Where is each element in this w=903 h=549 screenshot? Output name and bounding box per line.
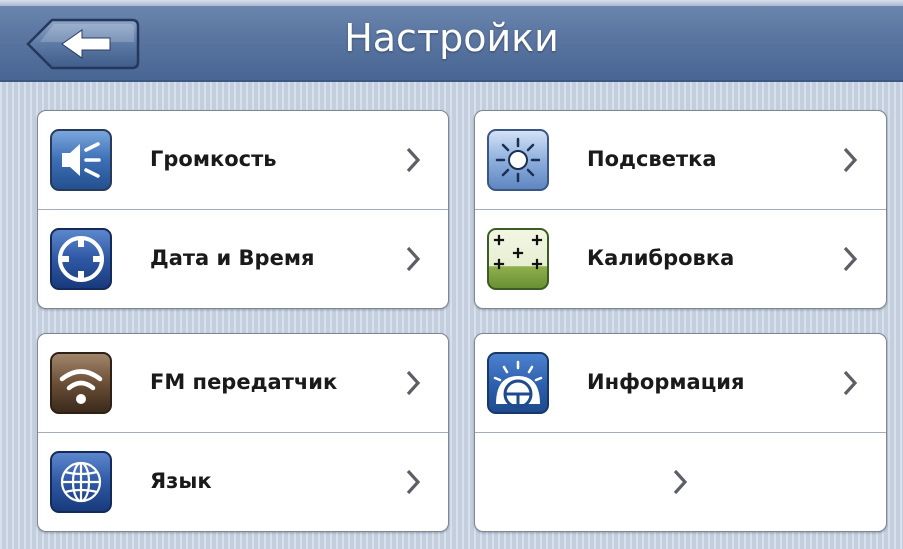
page-title: Настройки [344, 16, 559, 60]
settings-group-2: Подсветка Калибровка [474, 110, 887, 309]
settings-item-label: Громкость [150, 147, 277, 171]
clock-icon [50, 228, 112, 290]
wifi-signal-icon [50, 352, 112, 414]
settings-item-label: Подсветка [587, 147, 717, 171]
settings-item-volume[interactable]: Громкость [38, 111, 448, 210]
settings-item-date-time[interactable]: Дата и Время [38, 210, 448, 308]
chevron-right-icon [405, 145, 421, 175]
settings-item-label: Язык [150, 469, 212, 493]
settings-item-language[interactable]: Язык [38, 433, 448, 531]
settings-group-1: Громкость Дата и Время [37, 110, 449, 309]
settings-group-3: FM передатчик Язык [37, 333, 449, 532]
settings-item-calibration[interactable]: Калибровка [475, 210, 886, 308]
chevron-right-icon [405, 467, 421, 497]
speaker-icon [50, 129, 112, 191]
dial-icon [487, 352, 549, 414]
chevron-right-icon [405, 368, 421, 398]
settings-group-4: Информация [474, 333, 887, 532]
chevron-right-icon [842, 145, 858, 175]
settings-item-label: FM передатчик [150, 370, 338, 394]
chevron-right-icon [672, 467, 688, 497]
settings-item-label: Калибровка [587, 246, 735, 270]
settings-item-backlight[interactable]: Подсветка [475, 111, 886, 210]
settings-item-label: Информация [587, 370, 745, 394]
sun-icon [487, 129, 549, 191]
settings-item-information[interactable]: Информация [475, 334, 886, 433]
settings-item-fm-transmitter[interactable]: FM передатчик [38, 334, 448, 433]
calibration-icon [487, 228, 549, 290]
chevron-right-icon [405, 244, 421, 274]
chevron-right-icon [842, 244, 858, 274]
globe-icon [50, 451, 112, 513]
chevron-right-icon [842, 368, 858, 398]
settings-item-label: Дата и Время [150, 246, 315, 270]
settings-item-empty[interactable] [475, 433, 886, 531]
title-bar: Настройки [0, 0, 903, 82]
